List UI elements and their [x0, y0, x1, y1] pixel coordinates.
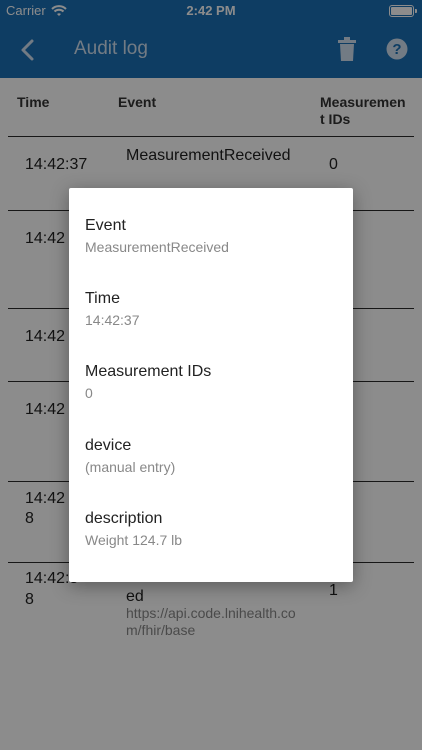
field-label: Time — [85, 290, 120, 307]
dialog-field-device: device (manual entry) — [85, 437, 341, 475]
field-value: MeasurementReceived — [85, 239, 229, 255]
field-label: description — [85, 510, 163, 527]
field-label: Event — [85, 217, 126, 234]
dialog-field-measurement-ids: Measurement IDs 0 — [85, 363, 341, 401]
field-label: Measurement IDs — [85, 363, 212, 380]
detail-dialog: Event MeasurementReceived Time 14:42:37 … — [69, 188, 353, 582]
field-label: device — [85, 437, 132, 454]
field-value: 14:42:37 — [85, 312, 140, 328]
dialog-field-description: description Weight 124.7 lb — [85, 510, 341, 548]
field-value: Weight 124.7 lb — [85, 532, 183, 548]
dialog-field-time: Time 14:42:37 — [85, 290, 341, 328]
field-value: (manual entry) — [85, 459, 176, 475]
field-value: 0 — [85, 385, 93, 401]
dialog-field-event: Event MeasurementReceived — [85, 217, 341, 255]
